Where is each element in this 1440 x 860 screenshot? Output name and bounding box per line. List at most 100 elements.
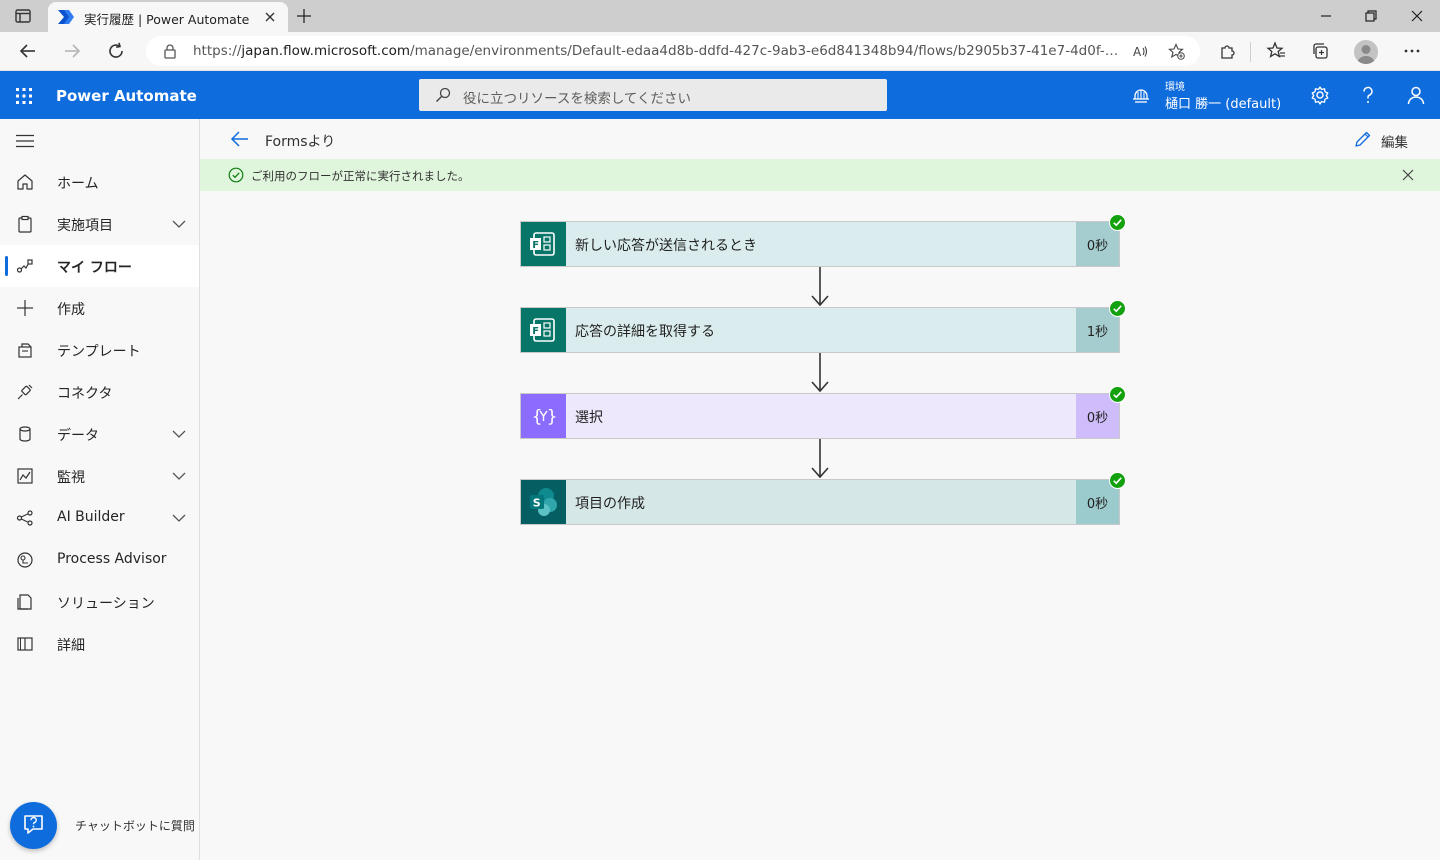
chart-icon bbox=[17, 468, 33, 484]
sidebar-item-label: Process Advisor bbox=[57, 551, 167, 567]
svg-text:F: F bbox=[532, 326, 539, 337]
sidebar-item-action-items[interactable]: 実施項目 bbox=[0, 203, 199, 245]
url-text[interactable]: https://japan.flow.microsoft.com/manage/… bbox=[193, 43, 1123, 59]
sidebar-item-monitor[interactable]: 監視 bbox=[0, 455, 199, 497]
clipboard-icon bbox=[18, 215, 32, 233]
ai-builder-icon bbox=[16, 510, 33, 526]
sidebar-item-label: 監視 bbox=[57, 470, 85, 486]
chatbot-label[interactable]: チャットボットに質問 bbox=[75, 817, 195, 834]
svg-text:{: { bbox=[532, 407, 542, 427]
svg-text:A: A bbox=[1133, 45, 1142, 59]
sidebar-item-label: 作成 bbox=[57, 302, 85, 318]
left-navigation: ホーム 実施項目 マイ フロー 作成 テンプレート コネクタ データ 監視 AI… bbox=[0, 119, 200, 860]
hamburger-menu-icon[interactable] bbox=[16, 134, 34, 148]
step-duration-label: 0秒 bbox=[1086, 411, 1109, 426]
command-bar: Formsより 編集 bbox=[200, 119, 1440, 159]
sidebar-item-my-flows[interactable]: マイ フロー bbox=[0, 245, 199, 287]
template-icon bbox=[18, 343, 32, 358]
account-icon[interactable] bbox=[1406, 85, 1426, 105]
sidebar-item-label: マイ フロー bbox=[57, 260, 132, 276]
success-message-bar: ご利用のフローが正常に実行されました。 bbox=[200, 159, 1440, 191]
sidebar-item-label: コネクタ bbox=[57, 386, 113, 402]
favorites-icon[interactable] bbox=[1266, 41, 1286, 61]
sidebar-item-label: ホーム bbox=[57, 176, 99, 192]
window-close-icon[interactable] bbox=[1409, 8, 1425, 24]
help-icon[interactable] bbox=[1358, 85, 1378, 105]
flow-name: Formsより bbox=[265, 134, 336, 150]
solution-icon bbox=[17, 594, 32, 610]
extensions-icon[interactable] bbox=[1218, 41, 1238, 61]
flow-step-card[interactable]: F 新しい応答が送信されるとき 0秒 bbox=[520, 214, 1126, 267]
data-operation-icon: { } bbox=[521, 394, 566, 438]
profile-person-icon bbox=[1357, 45, 1375, 64]
close-icon[interactable] bbox=[1402, 169, 1414, 181]
sidebar-item-data[interactable]: データ bbox=[0, 413, 199, 455]
plus-icon bbox=[17, 300, 33, 316]
flow-step-card[interactable]: { } 選択 0秒 bbox=[520, 386, 1126, 439]
flow-step-card[interactable]: S 項目の作成 0秒 bbox=[520, 472, 1126, 525]
flow-icon bbox=[16, 259, 33, 273]
read-aloud-icon[interactable]: A bbox=[1132, 43, 1149, 60]
sidebar-item-learn[interactable]: 詳細 bbox=[0, 623, 199, 665]
chevron-down-icon[interactable] bbox=[172, 512, 186, 524]
sidebar-item-templates[interactable]: テンプレート bbox=[0, 329, 199, 371]
restore-icon[interactable] bbox=[1363, 8, 1379, 24]
toolbar-separator bbox=[1250, 42, 1251, 62]
step-success-icon bbox=[1109, 386, 1126, 403]
flow-connector-arrow bbox=[811, 353, 829, 393]
environment-name[interactable]: 樋口 勝一 (default) bbox=[1165, 93, 1281, 112]
browser-toolbar: https://japan.flow.microsoft.com/manage/… bbox=[0, 32, 1440, 71]
lock-icon[interactable] bbox=[162, 43, 178, 59]
back-arrow-icon[interactable] bbox=[230, 130, 250, 148]
settings-gear-icon[interactable] bbox=[1310, 85, 1330, 105]
sidebar-item-solutions[interactable]: ソリューション bbox=[0, 581, 199, 623]
collections-icon[interactable] bbox=[1310, 41, 1330, 61]
minimize-icon[interactable] bbox=[1318, 8, 1334, 24]
forward-nav-icon[interactable] bbox=[62, 41, 82, 61]
app-header: Power Automate 役に立つリソースを検索してください 環境 樋口 勝… bbox=[0, 71, 1440, 119]
app-title[interactable]: Power Automate bbox=[56, 87, 197, 105]
success-message: ご利用のフローが正常に実行されました。 bbox=[251, 169, 470, 183]
search-icon bbox=[436, 87, 451, 102]
database-icon bbox=[19, 426, 31, 442]
sidebar-item-home[interactable]: ホーム bbox=[0, 161, 199, 203]
tab-actions-icon[interactable] bbox=[14, 7, 32, 25]
sharepoint-icon: S bbox=[521, 480, 566, 524]
step-success-icon bbox=[1109, 214, 1126, 231]
flow-step-card[interactable]: F 応答の詳細を取得する 1秒 bbox=[520, 300, 1126, 353]
search-placeholder: 役に立つリソースを検索してください bbox=[463, 91, 692, 107]
step-label: 選択 bbox=[575, 410, 603, 426]
more-options-icon[interactable] bbox=[1402, 41, 1422, 61]
tab-close-icon[interactable] bbox=[262, 9, 278, 25]
sidebar-item-ai-builder[interactable]: AI Builder bbox=[0, 497, 199, 539]
browser-tab-bar: 実行履歴 | Power Automate bbox=[0, 0, 1440, 32]
chevron-down-icon[interactable] bbox=[172, 218, 186, 230]
edit-button[interactable]: 編集 bbox=[1354, 128, 1418, 152]
success-check-icon bbox=[228, 167, 244, 183]
back-nav-icon[interactable] bbox=[18, 41, 38, 61]
sidebar-item-label: ソリューション bbox=[57, 596, 155, 612]
edit-label: 編集 bbox=[1381, 135, 1408, 151]
sidebar-item-process-advisor[interactable]: Process Advisor bbox=[0, 539, 199, 581]
chevron-down-icon[interactable] bbox=[172, 470, 186, 482]
chevron-down-icon[interactable] bbox=[172, 428, 186, 440]
process-advisor-icon bbox=[17, 552, 33, 568]
sidebar-item-create[interactable]: 作成 bbox=[0, 287, 199, 329]
chatbot-button[interactable] bbox=[10, 802, 57, 849]
flow-connector-arrow bbox=[811, 439, 829, 479]
add-favorite-icon[interactable] bbox=[1168, 43, 1185, 60]
step-duration-label: 0秒 bbox=[1086, 497, 1109, 512]
address-bar[interactable]: https://japan.flow.microsoft.com/manage/… bbox=[146, 36, 1200, 66]
profile-avatar[interactable] bbox=[1354, 40, 1378, 64]
power-automate-favicon-icon bbox=[58, 10, 74, 24]
app-launcher-icon[interactable] bbox=[15, 87, 33, 105]
svg-text:S: S bbox=[533, 497, 541, 510]
new-tab-icon[interactable] bbox=[294, 6, 314, 26]
forms-icon: F bbox=[521, 308, 566, 352]
environment-icon[interactable] bbox=[1132, 87, 1150, 105]
browser-tab[interactable]: 実行履歴 | Power Automate bbox=[48, 2, 288, 32]
url-path: /manage/environments/Default-edaa4d8b-dd… bbox=[410, 43, 1123, 59]
refresh-icon[interactable] bbox=[106, 41, 126, 61]
sidebar-item-connectors[interactable]: コネクタ bbox=[0, 371, 199, 413]
search-box[interactable]: 役に立つリソースを検索してください bbox=[419, 79, 887, 111]
